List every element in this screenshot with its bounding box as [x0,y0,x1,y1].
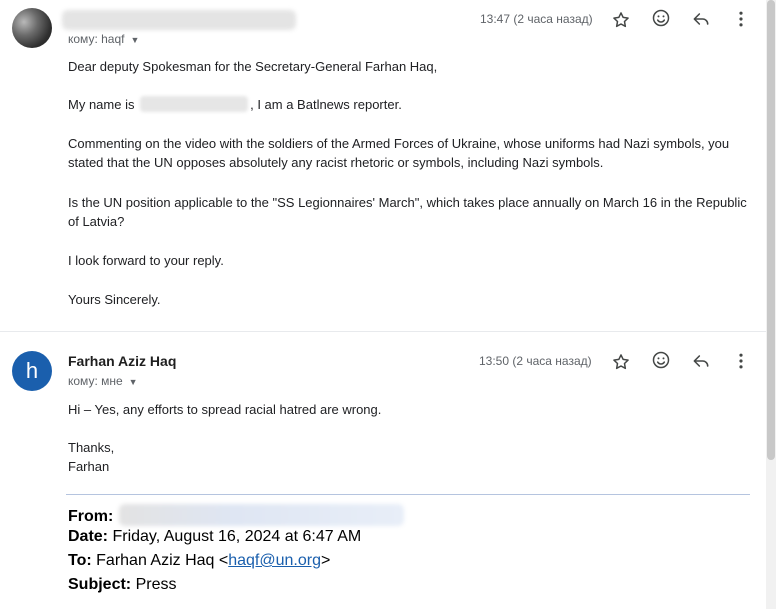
chevron-down-icon: ▼ [130,35,140,45]
reply-icon[interactable] [691,9,711,29]
star-icon[interactable] [611,10,631,30]
sender-name[interactable]: Farhan Aziz Haq [68,353,176,369]
more-vert-icon[interactable] [731,9,751,29]
recipient-label: кому: мне [68,374,123,388]
sender-avatar-photo[interactable] [12,8,52,48]
scrollbar-thumb[interactable] [767,0,775,460]
quoted-subject: Subject: Press [68,576,176,594]
scrollbar-track[interactable] [766,0,776,609]
reply-signature: Farhan [68,459,110,474]
date-label: Date: [68,528,109,545]
from-label: From: [68,508,114,525]
subject-value: Press [135,576,177,593]
date-value: Friday, August 16, 2024 at 6:47 AM [112,528,362,545]
message-time: 13:50 (2 часа назад) [479,354,592,368]
more-vert-icon[interactable] [731,351,751,371]
quoted-to: To: Farhan Aziz Haq <haqf@un.org> [68,552,330,570]
to-close: > [320,552,331,569]
email-intro: My name is , I am a Batlnews reporter. [68,95,402,114]
reply-line: Hi – Yes, any efforts to spread racial h… [68,402,382,417]
redacted-reporter-name [140,96,249,112]
intro-text-after: , I am a Batlnews reporter. [250,97,402,112]
intro-text-before: My name is [68,97,135,112]
recipient-details-toggle[interactable]: кому: haqf ▼ [68,32,139,46]
email-paragraph-1: Commenting on the video with the soldier… [68,136,730,170]
reply-icon[interactable] [691,351,711,371]
to-label: To: [68,552,92,569]
to-email-link[interactable]: haqf@un.org [228,552,321,569]
emoji-icon[interactable] [651,350,671,370]
emoji-icon[interactable] [651,8,671,28]
subject-label: Subject: [68,576,132,593]
email-closing: I look forward to your reply. [68,253,224,268]
chevron-down-icon: ▼ [128,377,138,387]
email-signoff: Yours Sincerely. [68,292,161,307]
email-paragraph-2: Is the UN position applicable to the "SS… [68,195,747,229]
redacted-sender-name [62,10,296,30]
reply-thanks: Thanks, [68,440,115,455]
recipient-label: кому: haqf [68,32,125,46]
message-divider [0,331,766,332]
quoted-from: From: [68,504,405,526]
message-time: 13:47 (2 часа назад) [480,12,593,26]
quoted-date: Date: Friday, August 16, 2024 at 6:47 AM [68,528,361,546]
to-name: Farhan Aziz Haq < [96,552,229,569]
quote-separator [66,494,750,495]
star-icon[interactable] [611,352,631,372]
redacted-from-address [119,504,405,526]
sender-avatar[interactable]: h [12,351,52,391]
recipient-details-toggle[interactable]: кому: мне ▼ [68,374,138,388]
email-greeting: Dear deputy Spokesman for the Secretary-… [68,59,438,74]
